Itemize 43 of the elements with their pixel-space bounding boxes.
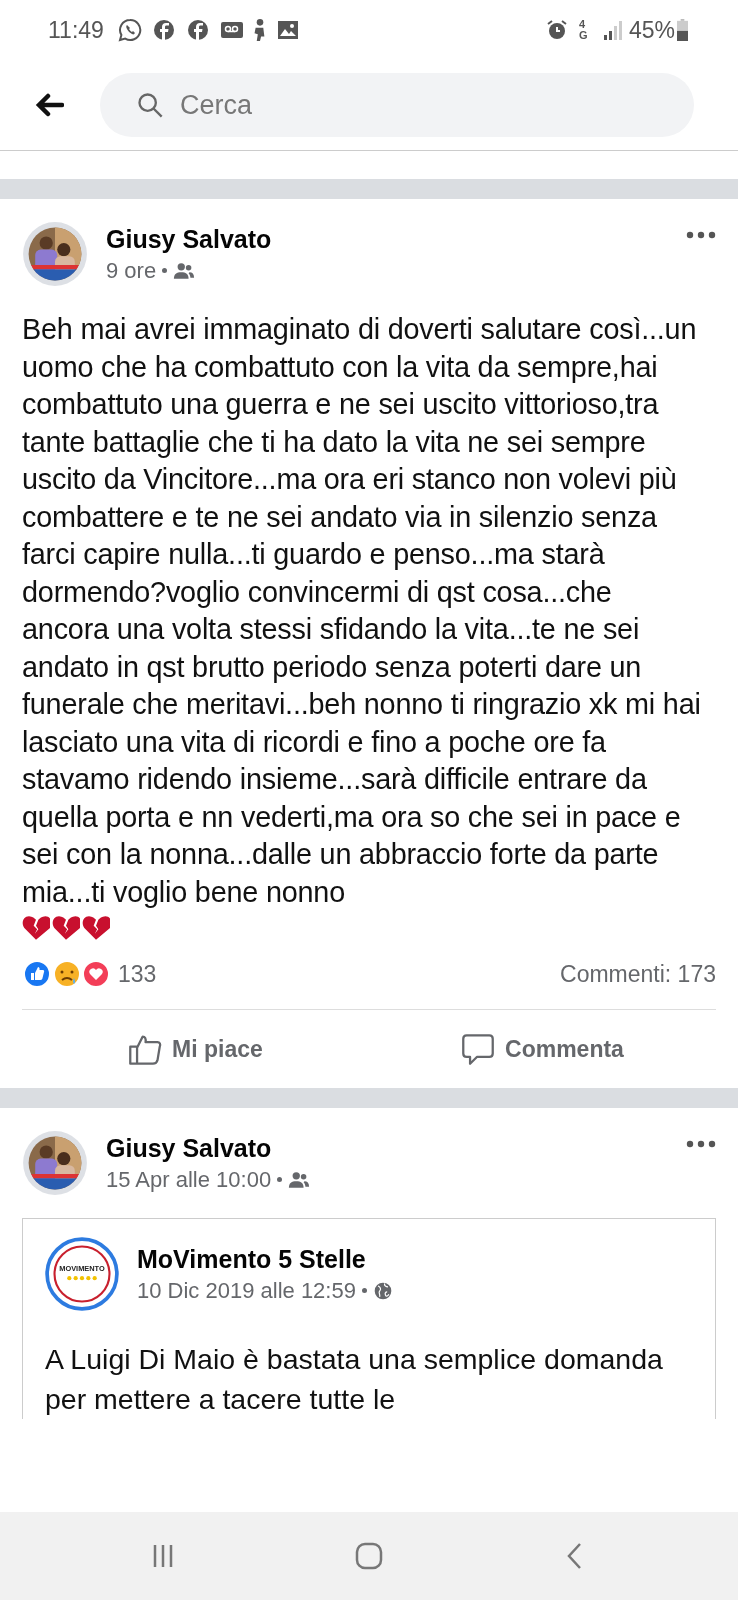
- broken-heart-icon: [52, 915, 80, 941]
- globe-icon: [372, 1280, 393, 1301]
- battery-percentage: 45%: [628, 16, 675, 44]
- network-type: 4G: [578, 19, 589, 41]
- facebook-icon: [151, 18, 176, 42]
- comment-count[interactable]: Commenti: 173: [560, 960, 716, 988]
- people-icon: [173, 262, 196, 279]
- shared-post-text: A Luigi Di Maio è bastata una semplice domanda per mettere a tacere tutte le: [45, 1342, 664, 1417]
- broken-heart-icon: [82, 915, 110, 941]
- broken-heart-icon: [22, 915, 50, 941]
- reaction-count[interactable]: 133: [118, 960, 157, 988]
- post-time[interactable]: 9 ore: [106, 257, 157, 284]
- battery-icon: [677, 19, 688, 41]
- more-icon[interactable]: [686, 1140, 716, 1148]
- post-time[interactable]: 15 Apr alle 10:00: [106, 1166, 272, 1193]
- post-time[interactable]: 10 Dic 2019 alle 12:59: [137, 1277, 356, 1304]
- home-icon[interactable]: [354, 1541, 384, 1571]
- thumbs-up-icon: [128, 1032, 163, 1066]
- author-name[interactable]: Giusy Salvato: [106, 1133, 668, 1163]
- search-field[interactable]: Cerca: [178, 88, 668, 122]
- status-time: 11:49: [48, 16, 104, 44]
- reactions-icon: [22, 959, 110, 989]
- author-name[interactable]: Giusy Salvato: [106, 224, 668, 254]
- figure-icon: [253, 18, 266, 42]
- search-bar[interactable]: Cerca: [100, 73, 694, 137]
- page-name[interactable]: MoVimento 5 Stelle: [137, 1244, 693, 1274]
- people-icon: [288, 1171, 311, 1188]
- search-icon: [136, 91, 164, 119]
- signal-icon: [602, 20, 623, 40]
- more-icon[interactable]: [686, 231, 716, 239]
- image-icon: [275, 18, 300, 42]
- separator-dot: [277, 1177, 283, 1182]
- party-logo: MOVIMENTO: [45, 1237, 119, 1311]
- shared-post[interactable]: MOVIMENTO MoVimento 5 Stelle 10 Dic 2019 alle 12:59 A Luigi Di Maio è bastata una semplice domanda per mettere a tacere tutte le: [22, 1218, 716, 1419]
- post-text: Beh mai avrei immaginato di doverti salutare così...un uomo che ha combattuto con la vita da sempre,hai combattuto una guerra e ne sei uscito vittorioso,tra tante battaglie che ti ha dato la vita ne sei sempre uscito da Vincitore...ma ora eri stanco non volevi più combattere e te ne sei andato via in silenzio senza farci capire nulla...ti guardo e penso...ma starà dormendo?voglio convincermi di qst cosa...che ancora una volta stessi sfidando la vita...te ne sei andato in qst brutto periodo senza poterti dare un funerale che meritavi...beh nonno ti ringrazio xk mi hai lasciato una vita di ricordi e fino a poche ore fa stavamo ridendo insieme...sarà difficile entrare da quella porta e nn vederti,ma ora so che sei in pace e sei con la nonna...dalle un abbraccio forte da parte mia...ti voglio bene nonno: [22, 312, 702, 910]
- comment-button[interactable]: Commenta: [369, 1010, 716, 1088]
- back-arrow-icon[interactable]: [34, 93, 64, 117]
- separator-dot: [361, 1288, 367, 1293]
- separator-dot: [162, 268, 168, 273]
- like-button[interactable]: Mi piace: [22, 1010, 369, 1088]
- whatsapp-icon: [117, 18, 142, 42]
- speech-bubble-icon: [461, 1032, 496, 1066]
- facebook-icon: [185, 18, 210, 42]
